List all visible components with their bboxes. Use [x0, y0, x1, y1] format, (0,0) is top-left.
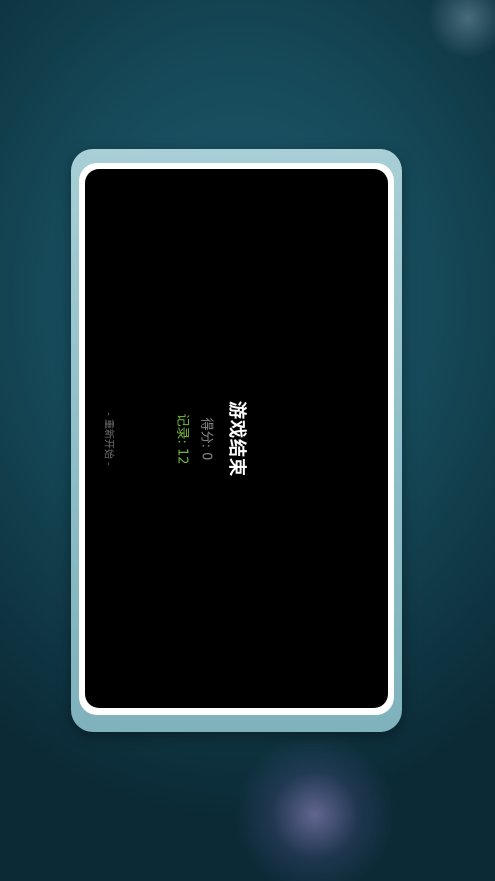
record-label: 记录: 12 — [174, 413, 190, 465]
score-label: 得分: 0 — [198, 417, 214, 461]
game-screen: 游戏结束 得分: 0 记录: 12 - 重新开始 - — [85, 169, 388, 708]
restart-button[interactable]: - 重新开始 - — [103, 412, 118, 466]
game-over-title: 游戏结束 — [226, 401, 247, 477]
